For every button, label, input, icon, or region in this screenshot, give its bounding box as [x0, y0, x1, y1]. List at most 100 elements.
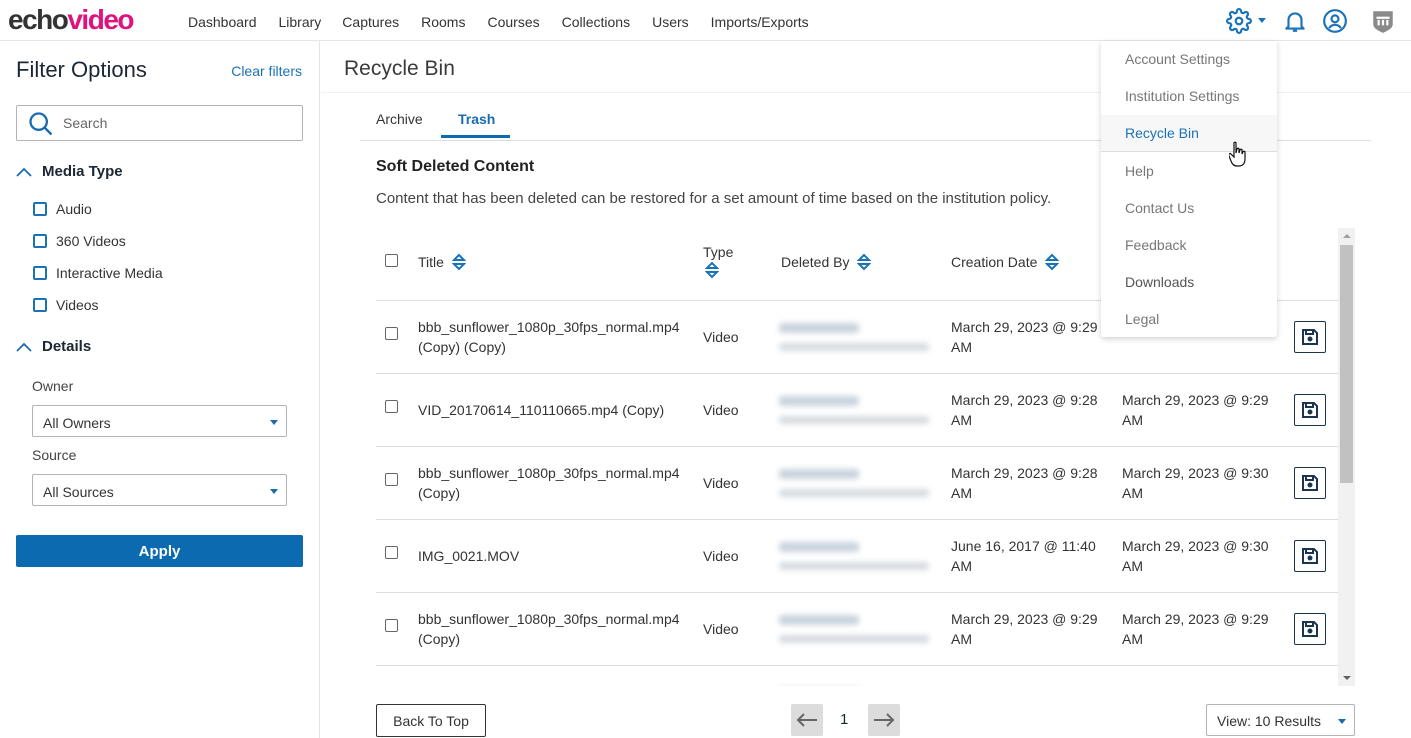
previous-page-button[interactable] [791, 704, 823, 736]
restore-button[interactable] [1294, 540, 1326, 572]
menu-item-institution-settings[interactable]: Institution Settings [1101, 78, 1277, 115]
creation-date-line1: March 29, 2023 @ 9:29 [951, 611, 1098, 627]
deleted-date-line1: March 29, 2023 @ 9:30 [1122, 465, 1269, 481]
scroll-up-arrow[interactable] [1343, 234, 1351, 238]
redacted-deleted-by-name [779, 615, 859, 625]
creation-date-line1: March 29, 2023 @ 9:28 [951, 682, 1098, 686]
row-creation-date: March 29, 2023 @ 9:28 [951, 682, 1098, 686]
menu-item-contact-us[interactable]: Contact Us [1101, 190, 1277, 227]
menu-item-legal[interactable]: Legal [1101, 301, 1277, 338]
floppy-disk-icon [1302, 548, 1318, 564]
tab-trash[interactable]: Trash [458, 111, 495, 127]
row-title[interactable]: IMG_0021.MOV [418, 546, 698, 566]
nav-dashboard[interactable]: Dashboard [188, 14, 257, 30]
tab-archive[interactable]: Archive [376, 111, 423, 127]
checkbox[interactable] [33, 202, 47, 216]
row-checkbox[interactable] [385, 619, 398, 632]
nav-library[interactable]: Library [279, 14, 322, 30]
caret-down-icon [270, 489, 278, 494]
search-input[interactable] [63, 112, 293, 134]
row-checkbox[interactable] [385, 327, 398, 340]
source-select[interactable]: All Sources [32, 474, 287, 506]
restore-button[interactable] [1294, 467, 1326, 499]
column-deleted-by[interactable]: Deleted By [781, 252, 872, 272]
nav-users[interactable]: Users [652, 14, 689, 30]
caret-down-icon[interactable] [1258, 18, 1266, 23]
checkbox[interactable] [33, 234, 47, 248]
nav-rooms[interactable]: Rooms [421, 14, 465, 30]
filter-options-heading: Filter Options [16, 57, 147, 82]
nav-collections[interactable]: Collections [562, 14, 630, 30]
media-type-interactive-media-checkbox[interactable]: Interactive Media [33, 265, 163, 281]
redacted-deleted-by-email [779, 635, 929, 643]
select-all-checkbox[interactable] [385, 254, 398, 267]
apply-button[interactable]: Apply [16, 535, 303, 567]
restore-button[interactable] [1294, 613, 1326, 645]
redacted-deleted-by-name [779, 469, 859, 479]
gear-icon [1226, 8, 1252, 34]
scroll-down-arrow[interactable] [1343, 676, 1351, 680]
menu-item-downloads[interactable]: Downloads [1101, 264, 1277, 301]
column-title[interactable]: Title [418, 252, 466, 272]
next-page-button[interactable] [868, 704, 900, 736]
redacted-deleted-by-email [779, 489, 929, 497]
row-checkbox[interactable] [385, 546, 398, 559]
row-deleted-date: March 29, 2023 @ 9:29 [1122, 682, 1269, 686]
deleted-date-line1: March 29, 2023 @ 9:29 [1122, 682, 1269, 686]
row-type: Video [703, 402, 739, 418]
column-creation-date[interactable]: Creation Date [951, 252, 1060, 272]
clear-filters-link[interactable]: Clear filters [231, 63, 302, 79]
row-creation-date: March 29, 2023 @ 9:29 AM [951, 317, 1098, 357]
nav-captures[interactable]: Captures [342, 14, 399, 30]
sort-icon [451, 253, 466, 271]
media-type-360-videos-checkbox[interactable]: 360 Videos [33, 233, 126, 249]
row-title[interactable]: bbb_sunflower_1080p_30fps_normal.mp4 (Cop… [418, 609, 698, 649]
institution-button[interactable] [1370, 8, 1396, 34]
owner-select[interactable]: All Owners [32, 405, 287, 437]
main-nav: Dashboard Library Captures Rooms Courses… [188, 14, 831, 30]
row-title[interactable]: VID_20170614_110110665.mp4 (Copy) [418, 400, 698, 420]
menu-item-help[interactable]: Help [1101, 153, 1277, 190]
redacted-deleted-by-email [779, 562, 929, 570]
row-type: Video [703, 548, 739, 564]
deleted-date-line2: AM [1122, 558, 1143, 574]
row-checkbox[interactable] [385, 400, 398, 413]
row-creation-date: March 29, 2023 @ 9:28 AM [951, 463, 1098, 503]
media-type-audio-checkbox[interactable]: Audio [33, 201, 92, 217]
nav-courses[interactable]: Courses [487, 14, 539, 30]
row-title[interactable]: bbb_sunflower_1080p_30fps_normal.mp4 (Cop… [418, 463, 698, 503]
media-type-toggle[interactable]: Media Type [16, 163, 123, 180]
user-profile-button[interactable] [1322, 8, 1348, 34]
row-deleted-date: March 29, 2023 @ 9:29 AM [1122, 390, 1269, 430]
back-to-top-button[interactable]: Back To Top [376, 704, 486, 737]
table-scrollbar[interactable] [1338, 228, 1355, 686]
checkbox[interactable] [33, 266, 47, 280]
search-field[interactable] [16, 105, 303, 141]
restore-button[interactable] [1294, 321, 1326, 353]
deleted-date-line1: March 29, 2023 @ 9:29 [1122, 611, 1269, 627]
details-toggle[interactable]: Details [16, 338, 91, 355]
row-checkbox[interactable] [385, 473, 398, 486]
creation-date-line2: AM [951, 631, 972, 647]
notifications-button[interactable] [1282, 8, 1308, 34]
row-title-line2: (Copy) [418, 631, 461, 647]
row-title[interactable]: bbb_sunflower_1080p_30fps_normal.mp4 (Cop… [418, 317, 698, 357]
echovideo-logo[interactable]: echovideo [8, 4, 134, 36]
owner-select-value: All Owners [43, 415, 111, 431]
row-creation-date: March 29, 2023 @ 9:29 AM [951, 609, 1098, 649]
restore-button[interactable] [1294, 394, 1326, 426]
media-type-videos-checkbox[interactable]: Videos [33, 297, 99, 313]
menu-item-feedback[interactable]: Feedback [1101, 227, 1277, 264]
settings-menu-button[interactable] [1226, 8, 1252, 34]
floppy-disk-icon [1302, 329, 1318, 345]
menu-item-recycle-bin[interactable]: Recycle Bin [1101, 115, 1277, 152]
checkbox-label: Interactive Media [56, 265, 163, 281]
floppy-disk-icon [1302, 402, 1318, 418]
menu-item-account-settings[interactable]: Account Settings [1101, 41, 1277, 78]
logo-video-text: video [67, 4, 134, 35]
results-per-page-select[interactable]: View: 10 Results [1206, 704, 1355, 736]
checkbox[interactable] [33, 298, 47, 312]
column-type[interactable]: Type [703, 244, 733, 280]
nav-imports-exports[interactable]: Imports/Exports [711, 14, 809, 30]
scrollbar-thumb[interactable] [1340, 245, 1353, 483]
